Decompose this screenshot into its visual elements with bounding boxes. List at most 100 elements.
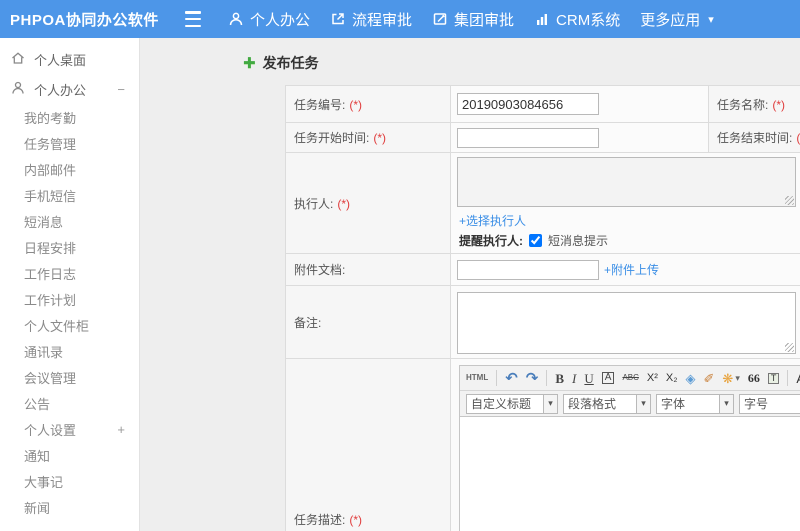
executor-label-cell: 执行人: (*) <box>285 152 451 254</box>
start-time-label-cell: 任务开始时间: (*) <box>285 122 451 153</box>
subscript-button[interactable]: X₂ <box>666 372 678 384</box>
resize-grip[interactable] <box>785 196 794 205</box>
paragraph-format-select[interactable]: 段落格式 ▾ <box>563 393 651 414</box>
editor-toolbar-row1: HTML ↶ ↷ B I U A ABC X² X₂ ◈ ✐ ❋ ▾ 66 T <box>460 366 800 391</box>
sidebar-item-short-message[interactable]: 短消息 <box>0 208 139 234</box>
strikethrough-button[interactable]: ABC <box>622 374 638 382</box>
sidebar-item-meeting-management[interactable]: 会议管理 <box>0 364 139 390</box>
task-no-label-cell: 任务编号: (*) <box>285 85 451 123</box>
editor-toolbar-row2: 自定义标题 ▾ 段落格式 ▾ 字体 ▾ 字号 ▾ <box>460 391 800 417</box>
resize-grip[interactable] <box>785 343 794 352</box>
required-marker: (*) <box>349 97 363 112</box>
undo-icon[interactable]: ↶ <box>505 371 518 386</box>
sidebar-item-schedule[interactable]: 日程安排 <box>0 234 139 260</box>
caret-down-icon: ▾ <box>543 394 557 413</box>
sidebar-item-news[interactable]: 新闻 <box>0 494 139 520</box>
publish-task-form: 任务编号:(*) 任务名称:(*) 任务开始时间:(*) 任务结束时间:(*) <box>285 85 800 531</box>
editor-content-area[interactable] <box>460 417 800 531</box>
caret-down-icon: ▾ <box>735 372 740 383</box>
underline-button[interactable]: U <box>584 372 593 385</box>
page-title: 发布任务 <box>262 55 319 71</box>
edit-approval-icon <box>432 11 448 27</box>
table-row: 任务开始时间:(*) 任务结束时间:(*) <box>285 122 800 153</box>
required-marker: (*) <box>796 131 800 145</box>
description-label-cell: 任务描述: (*) <box>285 358 451 531</box>
html-source-button[interactable]: HTML <box>466 374 488 382</box>
app-logo: PHPOA协同办公软件 <box>10 11 159 29</box>
bold-button[interactable]: B <box>555 372 564 385</box>
attachment-upload-link[interactable]: +附件上传 <box>604 261 659 278</box>
sidebar: 个人桌面 个人办公 − 我的考勤 任务管理 内部邮件 手机短信 短消息 日程安排… <box>0 38 140 531</box>
redo-icon[interactable]: ↷ <box>526 371 539 386</box>
remind-executor-row: 提醒执行人: 短消息提示 <box>459 232 800 249</box>
plus-icon: ✚ <box>243 55 256 72</box>
eraser-icon[interactable]: ◈ <box>686 372 696 385</box>
hamburger-menu-icon[interactable] <box>182 11 204 27</box>
collapse-minus-icon[interactable]: − <box>117 82 125 97</box>
sidebar-item-personal-office[interactable]: 个人办公 − <box>0 74 139 104</box>
table-row: 附件文档: +附件上传 <box>285 253 800 286</box>
caret-down-icon: ▾ <box>636 394 650 413</box>
sidebar-item-announcement[interactable]: 公告 <box>0 390 139 416</box>
user-icon <box>10 80 26 99</box>
sms-remind-checkbox[interactable] <box>529 234 542 247</box>
table-row: 备注: <box>285 285 800 359</box>
text-style-button[interactable]: A <box>601 372 615 384</box>
choose-executor-link[interactable]: +选择执行人 <box>459 212 800 229</box>
expand-plus-icon[interactable]: + <box>117 422 125 437</box>
task-no-input[interactable] <box>457 93 599 115</box>
workflow-approval-icon <box>330 11 346 27</box>
sidebar-item-personal-files[interactable]: 个人文件柜 <box>0 312 139 338</box>
sidebar-item-personal-settings[interactable]: 个人设置 + <box>0 416 139 442</box>
required-marker: (*) <box>337 196 351 211</box>
sidebar-item-personal-desktop[interactable]: 个人桌面 <box>0 44 139 74</box>
table-row: 任务编号:(*) 任务名称:(*) <box>285 85 800 123</box>
topbar: PHPOA协同办公软件 个人办公 流程审批 集团审批 CRM系统 更多应用 ▾ <box>0 0 800 38</box>
auto-typeset-icon[interactable]: ❋ ▾ <box>722 372 739 385</box>
required-marker: (*) <box>373 131 387 145</box>
nav-group-approval[interactable]: 集团审批 <box>432 9 514 30</box>
required-marker: (*) <box>349 512 363 527</box>
sidebar-item-my-attendance[interactable]: 我的考勤 <box>0 104 139 130</box>
sidebar-item-work-log[interactable]: 工作日志 <box>0 260 139 286</box>
sidebar-item-notice[interactable]: 通知 <box>0 442 139 468</box>
bar-chart-icon <box>534 11 550 27</box>
font-family-select[interactable]: 字体 ▾ <box>656 393 734 414</box>
remark-label-cell: 备注: <box>285 285 451 359</box>
superscript-button[interactable]: X² <box>647 372 658 384</box>
sidebar-item-internal-mail[interactable]: 内部邮件 <box>0 156 139 182</box>
format-brush-icon[interactable]: ✐ <box>704 372 715 385</box>
executor-textarea[interactable] <box>457 157 796 207</box>
font-color-button[interactable]: A▾ <box>796 372 800 385</box>
custom-title-select[interactable]: 自定义标题 ▾ <box>466 393 558 414</box>
sms-remind-label: 短消息提示 <box>548 234 609 248</box>
paste-as-text-icon[interactable]: T <box>767 372 780 384</box>
home-icon <box>10 50 26 69</box>
start-time-input[interactable] <box>457 127 599 148</box>
table-row: 任务描述: (*) HTML ↶ ↷ B I U A ABC X² X₂ ◈ ✐… <box>285 358 800 531</box>
attachment-label-cell: 附件文档: <box>285 253 451 286</box>
nav-personal-office[interactable]: 个人办公 <box>228 9 310 30</box>
italic-button[interactable]: I <box>572 372 576 385</box>
page-header: ✚ 发布任务 <box>243 53 319 73</box>
table-row: 执行人: (*) +选择执行人 提醒执行人: 短消息提示 <box>285 152 800 254</box>
caret-down-icon: ▾ <box>708 13 714 26</box>
user-icon <box>228 11 244 27</box>
nav-workflow-approval[interactable]: 流程审批 <box>330 9 412 30</box>
sidebar-item-task-management[interactable]: 任务管理 <box>0 130 139 156</box>
nav-crm-system[interactable]: CRM系统 <box>534 9 620 30</box>
sidebar-item-milestones[interactable]: 大事记 <box>0 468 139 494</box>
caret-down-icon: ▾ <box>719 394 733 413</box>
rich-text-editor: HTML ↶ ↷ B I U A ABC X² X₂ ◈ ✐ ❋ ▾ 66 T … <box>459 365 800 531</box>
attachment-input[interactable] <box>457 259 599 280</box>
task-name-label-cell: 任务名称: (*) <box>708 85 800 123</box>
sidebar-item-contacts[interactable]: 通讯录 <box>0 338 139 364</box>
nav-more-apps[interactable]: 更多应用 ▾ <box>640 9 714 30</box>
top-navigation: 个人办公 流程审批 集团审批 CRM系统 更多应用 ▾ <box>228 9 714 30</box>
blockquote-button[interactable]: 66 <box>748 372 760 384</box>
sidebar-item-sms[interactable]: 手机短信 <box>0 182 139 208</box>
remark-textarea[interactable] <box>457 292 796 354</box>
font-size-select[interactable]: 字号 ▾ <box>739 393 800 414</box>
remind-executor-label: 提醒执行人: <box>459 234 523 248</box>
sidebar-item-work-plan[interactable]: 工作计划 <box>0 286 139 312</box>
